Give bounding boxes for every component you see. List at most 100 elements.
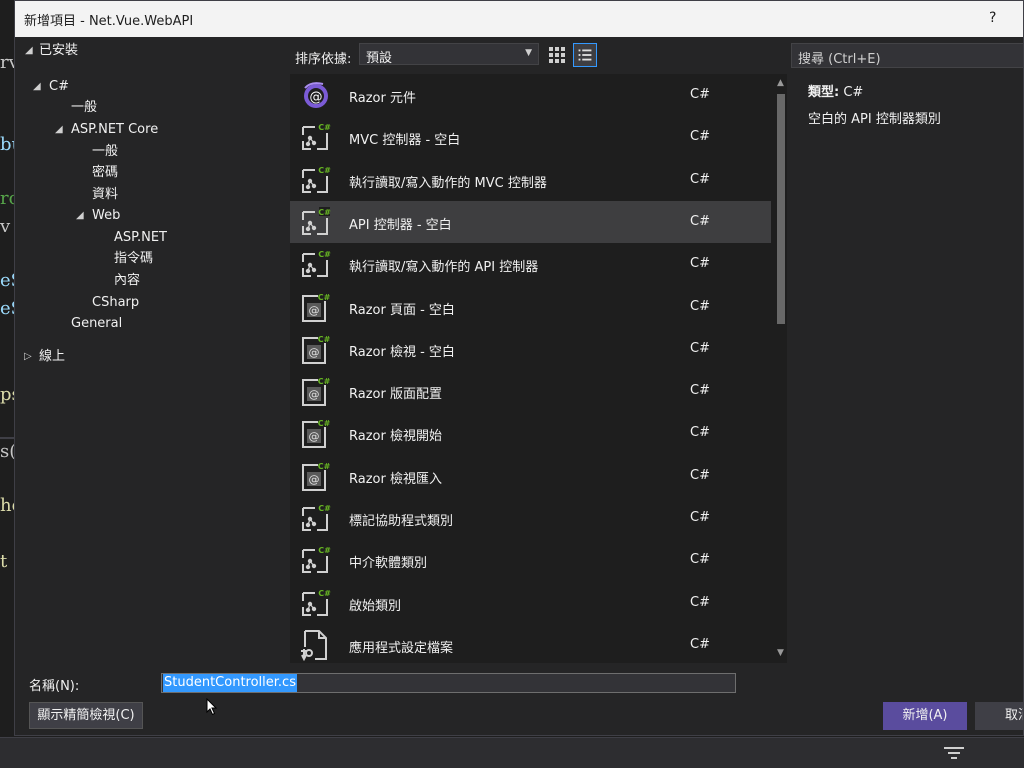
svg-text:@: @ [309, 388, 320, 401]
compact-view-button[interactable]: 顯示精簡檢視(C) [29, 702, 143, 729]
tree-item-general-sub[interactable]: 一般 [92, 142, 118, 162]
dialog-title: 新增項目 - Net.Vue.WebAPI [24, 14, 194, 29]
tree-item-installed[interactable]: 已安裝 [39, 41, 78, 61]
expanded-arrow-icon[interactable]: ◢ [76, 210, 84, 221]
template-language: C# [690, 510, 710, 525]
controller-icon: C# [299, 164, 331, 196]
add-button[interactable]: 新增(A) [883, 702, 967, 730]
sort-bar: 排序依據: 預設 ▼ [289, 37, 769, 71]
search-input[interactable]: 搜尋 (Ctrl+E) [791, 43, 1023, 68]
razor-page-icon: C# @ [299, 460, 331, 492]
tree-item-general-en[interactable]: General [71, 314, 122, 334]
svg-text:C#: C# [318, 335, 331, 344]
template-name: API 控制器 - 空白 [349, 217, 452, 233]
template-item[interactable]: C# @ Razor 檢視開始 C# [290, 412, 771, 454]
details-panel: 類型: C# 空白的 API 控制器類別 [808, 81, 1023, 127]
template-name: Razor 檢視匯入 [349, 471, 442, 487]
template-item[interactable]: C# MVC 控制器 - 空白 C# [290, 116, 771, 158]
template-item[interactable]: C# @ Razor 頁面 - 空白 C# [290, 286, 771, 328]
template-name: 應用程式設定檔案 [349, 640, 454, 656]
svg-text:C#: C# [318, 504, 331, 513]
name-label: 名稱(N): [29, 679, 80, 694]
search-placeholder: 搜尋 (Ctrl+E) [798, 52, 881, 67]
svg-text:C#: C# [318, 250, 331, 259]
svg-text:C#: C# [318, 546, 331, 555]
tree-item-web[interactable]: Web [92, 206, 120, 226]
cancel-button[interactable]: 取消 [975, 702, 1023, 730]
template-item[interactable]: C# 執行讀取/寫入動作的 API 控制器 C# [290, 243, 771, 285]
template-name: 啟始類別 [349, 598, 402, 614]
template-language: C# [690, 594, 710, 610]
bg-code-fragment: v [0, 216, 11, 237]
svg-text:@: @ [309, 473, 320, 486]
mouse-cursor-icon [206, 698, 218, 716]
tree-item-csharp[interactable]: C# [49, 77, 69, 97]
tree-item-content[interactable]: 內容 [114, 271, 140, 291]
razor-page-icon: C# @ [299, 291, 331, 323]
bg-divider [0, 437, 14, 439]
tree-item-general[interactable]: 一般 [71, 98, 97, 118]
template-language: C# [690, 129, 710, 145]
controller-icon: C# [299, 544, 331, 576]
name-form: 名稱(N): StudentController.cs 顯示精簡檢視(C) 新增… [15, 663, 1023, 735]
razor-component-icon: @ [299, 79, 331, 111]
template-name: 執行讀取/寫入動作的 MVC 控制器 [349, 175, 547, 191]
expanded-arrow-icon[interactable]: ◢ [25, 45, 33, 56]
scroll-down-icon[interactable]: ▼ [777, 648, 784, 658]
sort-dropdown[interactable]: 預設 ▼ [359, 43, 539, 66]
chevron-down-icon: ▼ [525, 48, 532, 58]
template-name: Razor 元件 [349, 91, 416, 106]
controller-icon: C# [299, 121, 331, 153]
expanded-arrow-icon[interactable]: ◢ [33, 81, 41, 92]
template-item[interactable]: C# 標記協助程式類別 C# [290, 497, 771, 539]
name-field-value: StudentController.cs [163, 674, 297, 692]
list-view-icon[interactable] [573, 43, 597, 67]
template-item[interactable]: C# 中介軟體類別 C# [290, 539, 771, 581]
template-item[interactable]: C# @ Razor 版面配置 C# [290, 370, 771, 412]
grid-view-icon[interactable] [547, 45, 567, 65]
tree-item-scripts[interactable]: 指令碼 [114, 249, 153, 269]
type-line: 類型: C# [808, 81, 1023, 100]
controller-icon: C# [299, 587, 331, 619]
scroll-up-icon[interactable]: ▲ [777, 78, 784, 88]
controller-icon: C# [299, 502, 331, 534]
add-new-item-dialog: 新增項目 - Net.Vue.WebAPI ? ◢ 已安裝 ◢ C# 一般 ◢ … [14, 0, 1024, 736]
tree-item-csharp-sub[interactable]: CSharp [92, 293, 139, 313]
collapsed-arrow-icon[interactable]: ▷ [24, 351, 32, 362]
svg-text:C#: C# [318, 462, 331, 471]
template-item[interactable]: @ Razor 元件 C# [290, 74, 771, 116]
svg-text:@: @ [309, 304, 320, 317]
template-description: 空白的 API 控制器類別 [808, 112, 941, 127]
tree-item-aspnet[interactable]: ASP.NET [114, 228, 167, 248]
vertical-scrollbar[interactable]: ▲ ▼ [775, 74, 787, 663]
help-button[interactable]: ? [989, 10, 996, 26]
svg-text:C#: C# [318, 208, 331, 217]
template-item[interactable]: C# @ Razor 檢視匯入 C# [290, 455, 771, 497]
template-item[interactable]: C# API 控制器 - 空白 C# [290, 200, 771, 243]
svg-text:C#: C# [318, 123, 331, 132]
svg-text:@: @ [309, 346, 320, 359]
template-item[interactable]: C# @ Razor 檢視 - 空白 C# [290, 328, 771, 370]
expanded-arrow-icon[interactable]: ◢ [55, 124, 63, 135]
template-item[interactable]: 應用程式設定檔案 C# [290, 624, 771, 663]
razor-page-icon: C# @ [299, 333, 331, 365]
razor-page-icon: C# @ [299, 375, 331, 407]
tree-item-online[interactable]: 線上 [39, 347, 65, 367]
tree-item-code[interactable]: 密碼 [92, 163, 118, 183]
template-language: C# [690, 636, 710, 652]
razor-page-icon: C# @ [299, 417, 331, 449]
svg-text:C#: C# [318, 293, 331, 302]
template-name: 標記協助程式類別 [349, 514, 454, 529]
name-field[interactable]: StudentController.cs [161, 673, 736, 693]
template-language: C# [690, 467, 710, 483]
template-name: Razor 檢視 - 空白 [349, 344, 455, 360]
template-item[interactable]: C# 執行讀取/寫入動作的 MVC 控制器 C# [290, 159, 771, 201]
svg-text:@: @ [310, 90, 323, 105]
scrollbar-thumb[interactable] [777, 94, 785, 324]
template-language: C# [690, 340, 710, 356]
sort-value: 預設 [366, 51, 393, 66]
template-item[interactable]: C# 啟始類別 C# [290, 582, 771, 624]
tree-item-aspnet-core[interactable]: ASP.NET Core [71, 120, 158, 140]
tree-item-data[interactable]: 資料 [92, 185, 118, 205]
template-name: Razor 檢視開始 [349, 429, 442, 445]
